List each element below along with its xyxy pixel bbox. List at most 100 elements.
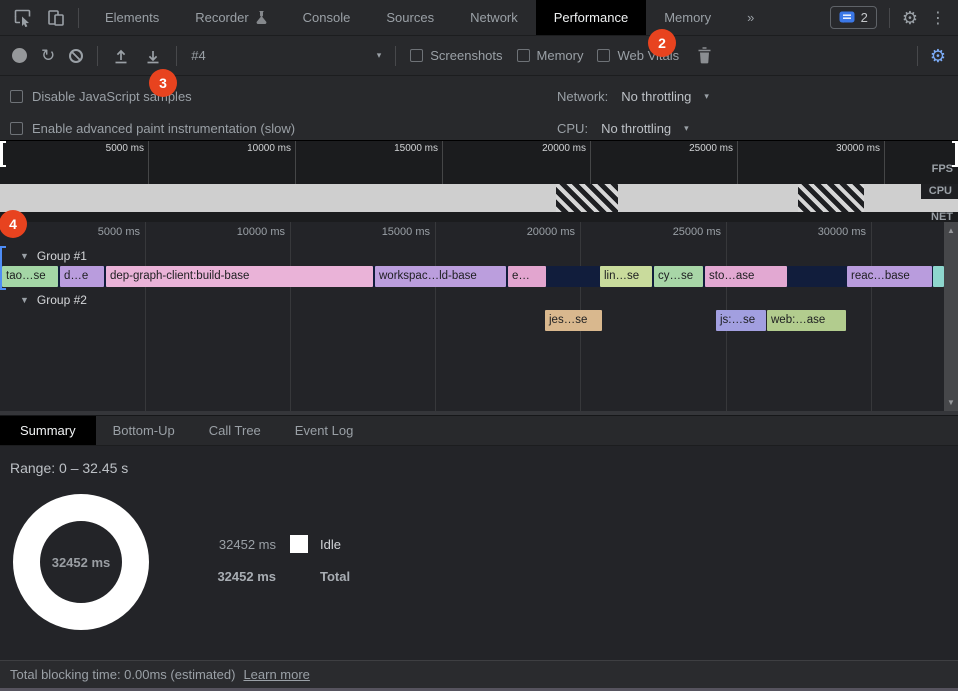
capture-settings-gear-icon[interactable]: ⚙ — [930, 47, 946, 65]
flame-bar[interactable]: workspac…ld-base — [375, 266, 506, 287]
tick-label: 15000 ms — [310, 226, 430, 238]
summary-panel: Range: 0 – 32.45 s 32452 ms 32452 ms Idl… — [0, 447, 958, 660]
scroll-down-icon[interactable]: ▼ — [944, 398, 958, 407]
cpu-lane-label: CPU — [921, 184, 958, 199]
overview-right-handle[interactable] — [952, 141, 958, 167]
net-activity-band — [0, 212, 958, 222]
cpu-hatch-region — [798, 184, 864, 212]
paint-instrumentation-checkbox[interactable]: Enable advanced paint instrumentation (s… — [10, 116, 295, 140]
divider — [889, 8, 890, 28]
donut-total-label: 32452 ms — [13, 494, 149, 630]
tab-sources[interactable]: Sources — [368, 0, 452, 35]
flame-chart[interactable]: 5000 ms 10000 ms 15000 ms 20000 ms 25000… — [0, 222, 958, 415]
detail-tabbar: Summary Bottom-Up Call Tree Event Log — [0, 415, 958, 446]
device-toolbar-icon[interactable] — [46, 8, 66, 28]
fps-lane-label: FPS — [932, 163, 953, 175]
donut-legend: 32452 ms Idle 32452 ms Total — [186, 533, 350, 597]
record-button[interactable] — [12, 48, 27, 63]
legend-row-idle: 32452 ms Idle — [186, 533, 350, 555]
tab-network[interactable]: Network — [452, 0, 536, 35]
tick-label: 30000 ms — [760, 143, 880, 154]
range-label: Range: 0 – 32.45 s — [10, 460, 128, 476]
cpu-hatch-region — [556, 184, 618, 212]
clear-recording-icon[interactable] — [69, 49, 83, 63]
flame-bar[interactable]: e… — [508, 266, 546, 287]
save-profile-icon[interactable] — [144, 47, 162, 65]
issues-counter-button[interactable]: 2 — [830, 6, 877, 29]
divider — [78, 8, 79, 28]
devtools-window: Elements Recorder Console Sources Networ… — [0, 0, 958, 691]
flame-bar[interactable] — [933, 266, 944, 287]
trash-icon[interactable] — [697, 47, 712, 64]
status-footer: Total blocking time: 0.00ms (estimated) … — [0, 660, 958, 688]
flame-bar[interactable]: d…e — [60, 266, 104, 287]
learn-more-link[interactable]: Learn more — [243, 667, 309, 682]
flame-bar[interactable]: cy…se — [654, 266, 703, 287]
scroll-up-icon[interactable]: ▲ — [944, 226, 958, 235]
tick-label: 25000 ms — [613, 143, 733, 154]
tab-call-tree[interactable]: Call Tree — [192, 416, 278, 445]
checkbox — [410, 49, 423, 62]
vertical-scrollbar[interactable]: ▲ ▼ — [944, 222, 958, 411]
tab-summary[interactable]: Summary — [0, 416, 96, 445]
tick-label: 10000 ms — [171, 143, 291, 154]
total-blocking-time-text: Total blocking time: 0.00ms (estimated) — [10, 667, 235, 682]
divider — [395, 46, 396, 66]
load-profile-icon[interactable] — [112, 47, 130, 65]
tab-elements[interactable]: Elements — [87, 0, 177, 35]
network-throttling-select[interactable]: Network: No throttling ▾ — [557, 84, 709, 108]
flame-bar[interactable]: js:…se — [716, 310, 766, 331]
screenshots-checkbox[interactable]: Screenshots — [410, 48, 502, 63]
devtools-tabbar: Elements Recorder Console Sources Networ… — [0, 0, 958, 36]
step-badge-3: 3 — [149, 69, 177, 97]
checkbox — [597, 49, 610, 62]
divider — [917, 46, 918, 66]
tick-label: 15000 ms — [318, 143, 438, 154]
checkbox — [10, 90, 23, 103]
flame-bar[interactable]: tao…se — [2, 266, 58, 287]
tab-bottom-up[interactable]: Bottom-Up — [96, 416, 192, 445]
flame-bar[interactable]: reac…base — [847, 266, 932, 287]
step-badge-2: 2 — [648, 29, 676, 57]
group2-header[interactable]: ▼ Group #2 — [20, 291, 87, 309]
performance-toolbar: ↻ #4 ▾ Screenshots Memory Web Vitals — [0, 36, 958, 76]
overview-left-handle[interactable] — [0, 141, 6, 167]
triangle-down-icon: ▼ — [20, 295, 29, 305]
legend-row-total: 32452 ms Total — [186, 565, 350, 587]
recording-select[interactable]: #4 ▾ — [191, 48, 381, 63]
tab-console[interactable]: Console — [285, 0, 369, 35]
idle-swatch — [290, 535, 308, 553]
flame-bar[interactable]: dep-graph-client:build-base — [106, 266, 373, 287]
flame-bar[interactable]: sto…ase — [705, 266, 787, 287]
tick-label: 20000 ms — [455, 226, 575, 238]
gridline — [871, 222, 872, 411]
cpu-throttling-select[interactable]: CPU: No throttling ▾ — [557, 116, 689, 140]
inspect-element-icon[interactable] — [12, 8, 32, 28]
group1-header[interactable]: ▼ Group #1 — [20, 247, 87, 265]
tick-label: 30000 ms — [746, 226, 866, 238]
tick-label: 10000 ms — [165, 226, 285, 238]
flame-bar[interactable]: web:…ase — [767, 310, 846, 331]
reload-and-record-icon[interactable]: ↻ — [41, 47, 55, 64]
selection-bracket — [0, 246, 6, 290]
tab-recorder[interactable]: Recorder — [177, 0, 284, 35]
menu-dots-icon[interactable]: ⋮ — [930, 8, 946, 28]
tab-performance[interactable]: Performance — [536, 0, 646, 35]
triangle-down-icon: ▼ — [20, 251, 29, 261]
more-tabs-chevron[interactable]: » — [729, 0, 772, 35]
tick-label: 5000 ms — [20, 226, 140, 238]
flame-bar[interactable]: jes…se — [545, 310, 602, 331]
tick-label: 25000 ms — [601, 226, 721, 238]
settings-gear-icon[interactable]: ⚙ — [902, 9, 918, 27]
checkbox — [10, 122, 23, 135]
divider — [97, 46, 98, 66]
issues-message-icon — [839, 11, 855, 25]
checkbox — [517, 49, 530, 62]
flame-bar[interactable]: lin…se — [600, 266, 652, 287]
timeline-overview[interactable]: 5000 ms 10000 ms 15000 ms 20000 ms 25000… — [0, 140, 958, 222]
divider — [176, 46, 177, 66]
memory-checkbox[interactable]: Memory — [517, 48, 584, 63]
gridline — [145, 222, 146, 411]
chevron-down-icon: ▾ — [704, 91, 709, 102]
tab-event-log[interactable]: Event Log — [278, 416, 371, 445]
